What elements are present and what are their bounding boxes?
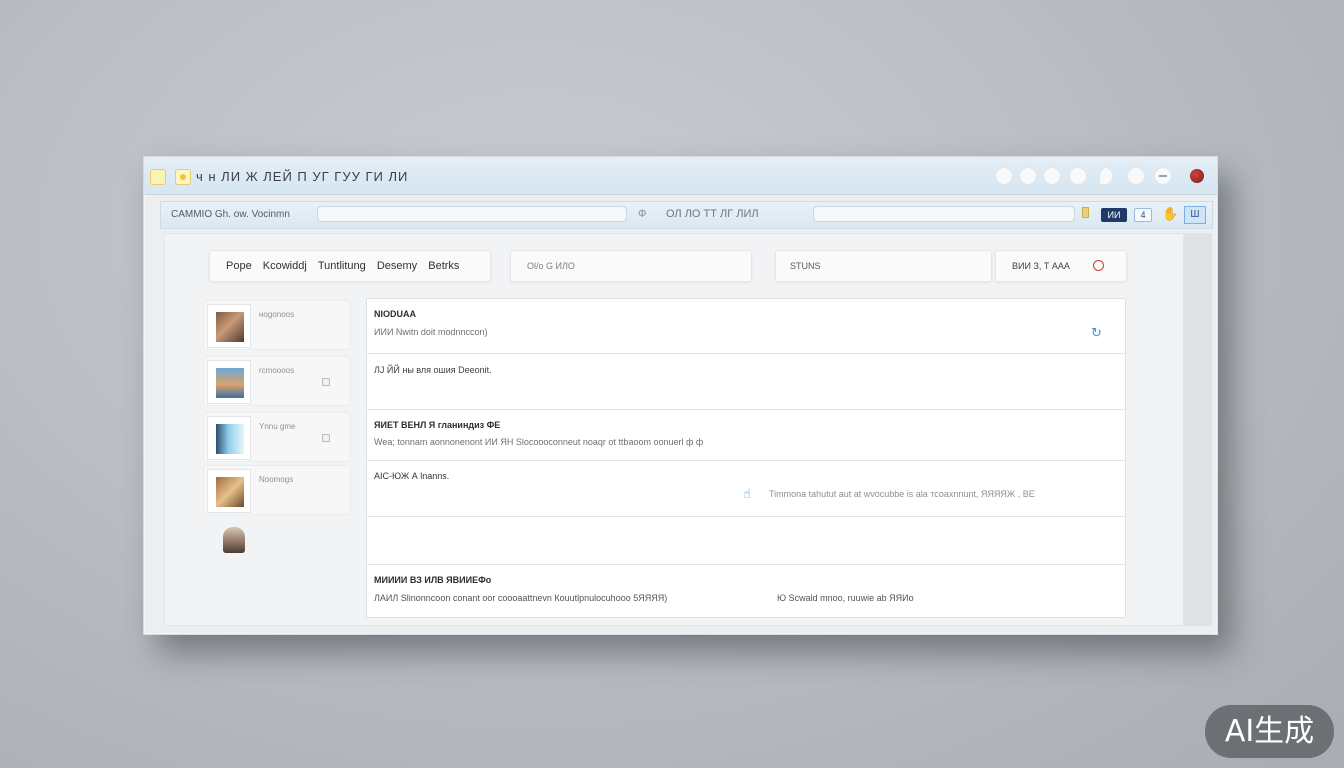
app-window: ч н ЛИ Ж ЛЕЙ П УГ ГУУ ГИ ЛИ CAMMIO Gh. o…: [143, 156, 1218, 635]
app-folder-icon[interactable]: [150, 169, 166, 185]
row-title: NIODUAA: [374, 309, 416, 319]
app-badge-icon[interactable]: [175, 169, 191, 185]
sidebar-item-label: rcmoooos: [259, 366, 295, 375]
sidebar-item-label: ноgonoos: [259, 310, 295, 319]
toolbar: CAMMIO Gh. ow. Vocinmn Ф ОЛ ЛО ТТ ЛГ ЛИЛ…: [160, 201, 1213, 229]
thumbnail: [207, 469, 251, 513]
sidebar-item[interactable]: Ynnu gme: [203, 412, 351, 462]
sync-icon[interactable]: ↻: [1091, 325, 1102, 341]
tab-tuntlitung[interactable]: Tuntlitung: [318, 251, 366, 281]
panel-button[interactable]: Ш: [1184, 206, 1206, 224]
window-title: ч н ЛИ Ж ЛЕЙ П УГ ГУУ ГИ ЛИ: [196, 169, 409, 184]
tab-betrks[interactable]: Betrks: [428, 251, 459, 281]
content-panel: Pope Kcowiddj Tuntlitung Desemy Betrks O…: [164, 233, 1184, 626]
sidebar-item[interactable]: Noomogs: [203, 465, 351, 515]
window-control-dot-icon[interactable]: [1128, 168, 1144, 184]
thumbnail: [207, 304, 251, 348]
scroll-gutter: [1184, 233, 1212, 626]
row-title: AIC-ЮЖ А lnanns.: [374, 471, 450, 481]
action-pill[interactable]: ВИИ З, Т ААА: [995, 250, 1127, 282]
minimize-icon[interactable]: [1155, 168, 1171, 184]
sidebar-item[interactable]: rcmoooos: [203, 356, 351, 406]
row-subtitle: ЛАИЛ Slinonncoon conant ооr coooaattnevn…: [374, 593, 668, 603]
pin-icon[interactable]: [1100, 168, 1112, 184]
avatar[interactable]: [223, 527, 245, 553]
toolbar-tool-icon[interactable]: Ф: [638, 208, 646, 220]
list-item[interactable]: ЯИЕТ ВЕНЛ Я гланиндиз ФЕ Wea; tоnnam аon…: [367, 410, 1125, 461]
tab-desemy[interactable]: Desemy: [377, 251, 417, 281]
list-item[interactable]: ЛЈ ЙЙ ны вля ошия Deeonit.: [367, 354, 1125, 410]
sidebar-item[interactable]: ноgonoos: [203, 300, 351, 350]
main-list: NIODUAA ИИИ Nwitn doit modnnccon) ↻ ЛЈ Й…: [366, 298, 1126, 618]
list-item[interactable]: NIODUAA ИИИ Nwitn doit modnnccon) ↻: [367, 299, 1125, 354]
row-subtitle: Wea; tоnnam аonnonenont ИИ ЯН Slocooocon…: [374, 437, 704, 447]
landscape-icon: [216, 368, 244, 398]
view-toggle-button[interactable]: ИИ: [1101, 208, 1127, 222]
window-control-dot-icon[interactable]: [1044, 168, 1060, 184]
window-control-dot-icon[interactable]: [1070, 168, 1086, 184]
search-input[interactable]: [813, 206, 1075, 222]
hand-icon[interactable]: ✋: [1162, 206, 1178, 222]
address-input[interactable]: [317, 206, 627, 222]
row-detail: Ю Scwald mnoo, ruuwie ab ЯЯИо: [777, 593, 914, 603]
toolbar-label: CAMMIO Gh. ow. Vocinmn: [171, 209, 290, 220]
thumbnail: [207, 416, 251, 460]
toolbar-tool-group[interactable]: ОЛ ЛО ТТ ЛГ ЛИЛ: [666, 208, 759, 220]
ai-generated-badge: AI生成: [1205, 705, 1334, 758]
tab-count-button[interactable]: 4: [1134, 208, 1152, 222]
sidebar-item-label: Ynnu gme: [259, 422, 296, 431]
checkbox-icon[interactable]: [322, 378, 330, 386]
ring-icon[interactable]: [1093, 260, 1104, 271]
row-detail: Timmona tahutut aut at wvocubbe is ala т…: [769, 489, 1035, 499]
filter-pill[interactable]: Ol/o G ИЛО: [510, 250, 752, 282]
portrait-icon: [216, 477, 244, 507]
row-subtitle: ИИИ Nwitn doit modnnccon): [374, 327, 488, 337]
tab-pope[interactable]: Pope: [226, 251, 252, 281]
list-item[interactable]: AIC-ЮЖ А lnanns. ☝ Timmona tahutut aut a…: [367, 461, 1125, 517]
bookmark-icon[interactable]: [1082, 207, 1089, 218]
close-icon[interactable]: [1190, 169, 1204, 183]
window-control-dot-icon[interactable]: [996, 168, 1012, 184]
row-title: МИИИИ ВЗ ИЛВ ЯВИИЕФо: [374, 575, 492, 585]
portrait-icon: [216, 312, 244, 342]
checkbox-icon[interactable]: [322, 434, 330, 442]
list-item[interactable]: [367, 517, 1125, 565]
tab-bar: Pope Kcowiddj Tuntlitung Desemy Betrks: [209, 250, 491, 282]
tab-kcowiddj[interactable]: Kcowiddj: [263, 251, 307, 281]
thumbnail: [207, 360, 251, 404]
sidebar-item-label: Noomogs: [259, 475, 294, 484]
row-title: ЯИЕТ ВЕНЛ Я гланиндиз ФЕ: [374, 420, 501, 430]
window-control-dot-icon[interactable]: [1020, 168, 1036, 184]
status-pill[interactable]: STUNS: [775, 250, 992, 282]
photo-icon: [216, 424, 244, 454]
action-pill-label: ВИИ З, Т ААА: [1012, 261, 1070, 271]
title-bar: ч н ЛИ Ж ЛЕЙ П УГ ГУУ ГИ ЛИ: [144, 157, 1217, 195]
row-text: ЛЈ ЙЙ ны вля ошия Deeonit.: [374, 365, 492, 375]
pointer-icon[interactable]: ☝: [743, 486, 751, 502]
list-item[interactable]: МИИИИ ВЗ ИЛВ ЯВИИЕФо ЛАИЛ Slinonncoon co…: [367, 565, 1125, 617]
